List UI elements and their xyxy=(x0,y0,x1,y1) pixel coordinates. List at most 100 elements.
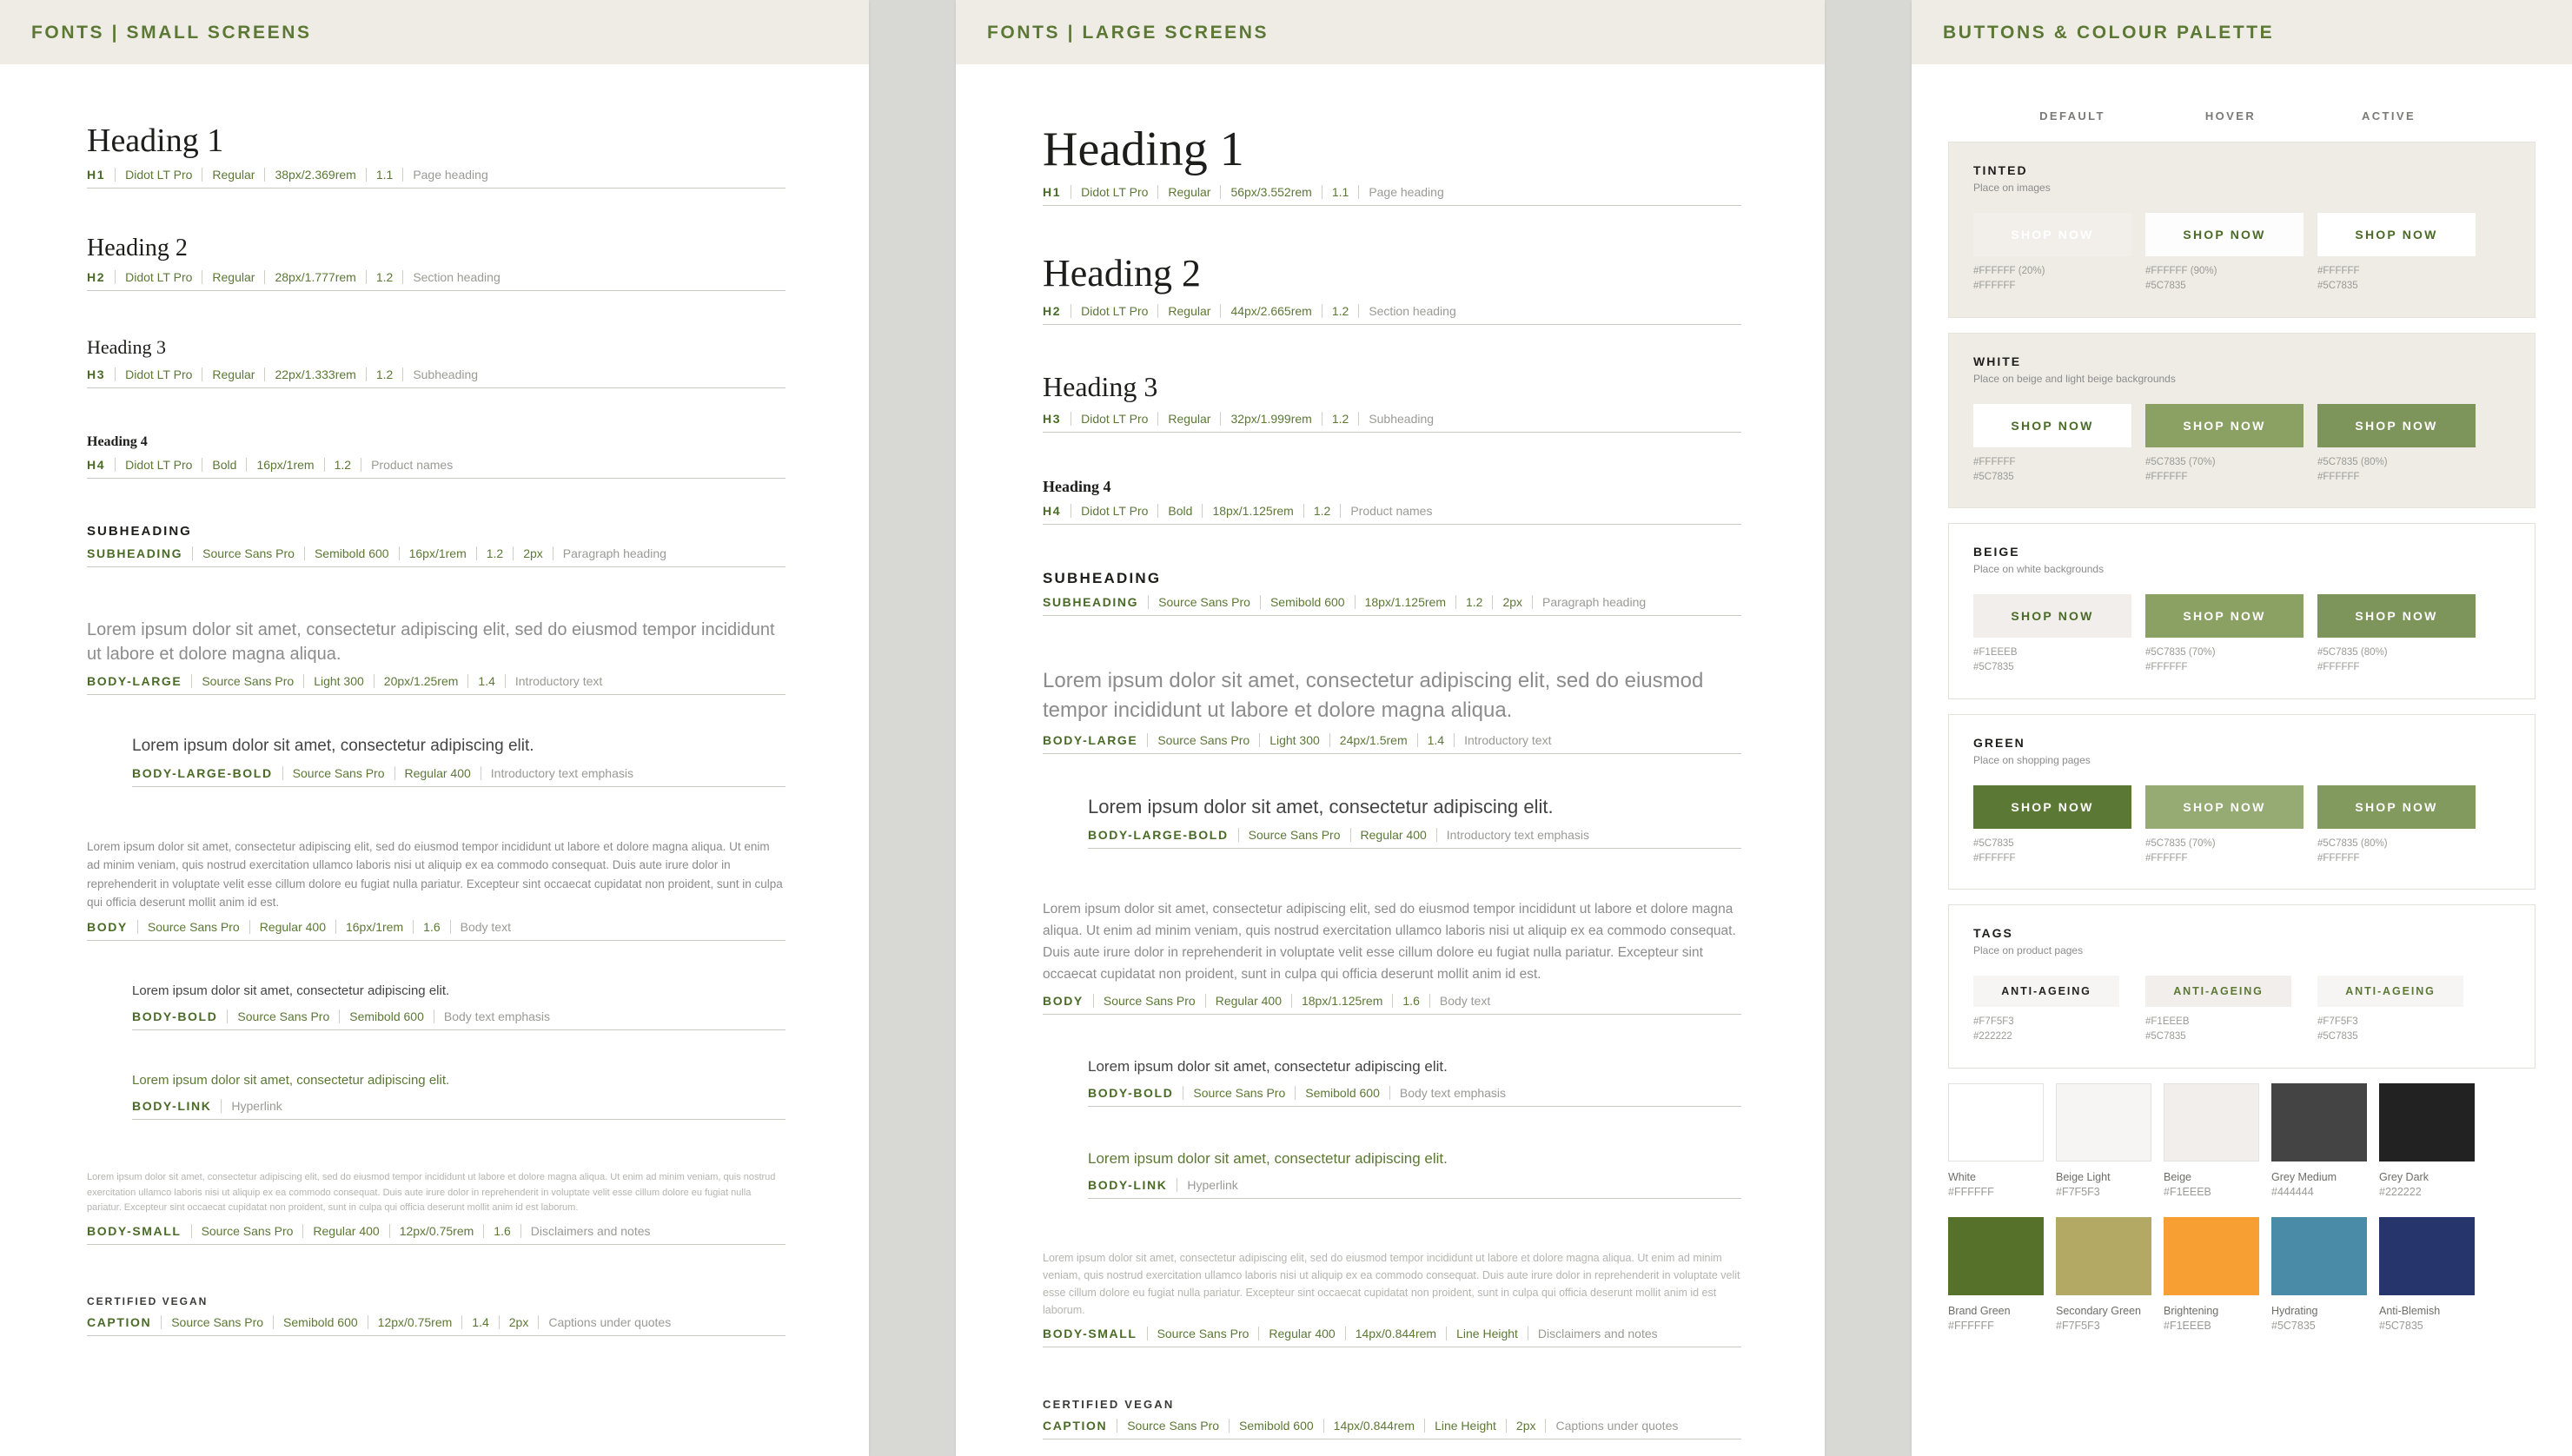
button-state-columns: DEFAULT HOVER ACTIVE xyxy=(1948,94,2536,142)
spec-h1-large: H1 Didot LT Pro Regular 56px/3.552rem 1.… xyxy=(1043,184,1741,206)
panel-body-small: Heading 1 H1 Didot LT Pro Regular 38px/2… xyxy=(0,64,869,1336)
shop-now-button-active[interactable]: SHOP NOW xyxy=(2317,784,2476,829)
spec-weight: Regular 400 xyxy=(1204,993,1291,1008)
spec-family: Source Sans Pro xyxy=(190,1223,303,1238)
swatch-hex-code: #444444 xyxy=(2271,1185,2314,1198)
shop-now-button-default[interactable]: SHOP NOW xyxy=(1973,213,2131,256)
button-cell: SHOP NOW #FFFFFF #5C7835 xyxy=(1973,403,2131,486)
palette-swatch: Beige #F1EEEB xyxy=(2164,1082,2259,1198)
spec-tag: H2 xyxy=(87,270,106,285)
spec-body-large-bold-large: BODY-LARGE-BOLD Source Sans Pro Regular … xyxy=(1088,828,1741,850)
spec-size: 16px/1rem xyxy=(335,919,413,934)
panel-title-right: BUTTONS & COLOUR PALETTE xyxy=(1943,23,2275,43)
button-cell: SHOP NOW #5C7835 (70%) #FFFFFF xyxy=(2145,403,2304,486)
type-block-h2-large: Heading 2 H2 Didot LT Pro Regular 44px/2… xyxy=(1043,251,1741,326)
button-hex-codes: #F1EEEB #5C7835 xyxy=(1973,647,2018,673)
button-hex-codes: #FFFFFF #5C7835 xyxy=(1973,456,2016,482)
button-hex-codes: #F7F5F3 #5C7835 xyxy=(2317,1016,2358,1042)
shop-now-button-default[interactable]: SHOP NOW xyxy=(1973,594,2131,638)
spec-usage: Body text xyxy=(1429,993,1500,1008)
sample-body-link-large[interactable]: Lorem ipsum dolor sit amet, consectetur … xyxy=(1088,1147,1741,1170)
button-hex-codes: #5C7835 (70%) #FFFFFF xyxy=(2145,456,2216,482)
spec-letter-spacing: 2px xyxy=(513,546,553,560)
group-note: Place on beige and light beige backgroun… xyxy=(1973,372,2176,385)
shop-now-button-hover[interactable]: SHOP NOW xyxy=(2145,784,2304,829)
palette-swatch: Hydrating #5C7835 xyxy=(2271,1216,2367,1332)
panel-title-large: FONTS | LARGE SCREENS xyxy=(987,23,1269,43)
spec-weight: Regular xyxy=(1157,184,1220,199)
shop-now-button-default[interactable]: SHOP NOW xyxy=(1973,784,2131,829)
spec-body-bold-large: BODY-BOLD Source Sans Pro Semibold 600 B… xyxy=(1088,1085,1741,1107)
spec-tag: BODY-LARGE xyxy=(1043,732,1138,747)
spec-line-height: 1.6 xyxy=(1392,993,1429,1008)
spec-usage: Hyperlink xyxy=(221,1098,291,1113)
spec-body-large-large: BODY-LARGE Source Sans Pro Light 300 24p… xyxy=(1043,732,1741,754)
spec-usage: Captions under quotes xyxy=(538,1314,680,1329)
type-block-body-bold-small: Lorem ipsum dolor sit amet, consectetur … xyxy=(87,981,786,1030)
button-cell: SHOP NOW #5C7835 (70%) #FFFFFF xyxy=(2145,594,2304,676)
swatch-name: Beige Light xyxy=(2056,1170,2111,1183)
type-block-body-link-small: Lorem ipsum dolor sit amet, consectetur … xyxy=(87,1070,786,1120)
shop-now-button-active[interactable]: SHOP NOW xyxy=(2317,594,2476,638)
panel-title-small: FONTS | SMALL SCREENS xyxy=(31,23,312,43)
palette-swatch: Brightening #F1EEEB xyxy=(2164,1216,2259,1332)
spec-usage: Section heading xyxy=(1358,304,1465,319)
sample-h2-small: Heading 2 xyxy=(87,234,188,261)
swatch-name: Brightening xyxy=(2164,1304,2219,1317)
shop-now-button-hover[interactable]: SHOP NOW xyxy=(2145,594,2304,638)
spec-h3-large: H3 Didot LT Pro Regular 32px/1.999rem 1.… xyxy=(1043,411,1741,433)
spec-size: 22px/1.333rem xyxy=(264,367,365,381)
spec-family: Source Sans Pro xyxy=(1147,732,1259,747)
spec-line-height: 1.2 xyxy=(365,367,402,381)
button-cell: SHOP NOW #5C7835 (70%) #FFFFFF xyxy=(2145,784,2304,867)
swatch-hex-code: #F1EEEB xyxy=(2164,1185,2211,1198)
spec-weight: Semibold 600 xyxy=(1259,595,1355,610)
palette-swatch: White #FFFFFF xyxy=(1948,1082,2044,1198)
tag-button-active[interactable]: ANTI-AGEING xyxy=(2317,976,2463,1007)
swatch-name: Beige xyxy=(2164,1170,2191,1183)
spec-weight: Regular 400 xyxy=(302,1223,388,1238)
shop-now-button-default[interactable]: SHOP NOW xyxy=(1973,403,2131,447)
sample-body-small-row: Lorem ipsum dolor sit amet, consectetur … xyxy=(87,1171,776,1214)
spec-family: Source Sans Pro xyxy=(192,546,304,560)
spec-family: Didot LT Pro xyxy=(1071,304,1157,319)
type-block-h3-small: Heading 3 H3 Didot LT Pro Regular 22px/1… xyxy=(87,336,786,388)
spec-tag: BODY-BOLD xyxy=(1088,1085,1174,1100)
type-block-body-small-row: Lorem ipsum dolor sit amet, consectetur … xyxy=(87,1170,786,1245)
button-hex-codes: #F1EEEB #5C7835 xyxy=(2145,1016,2190,1042)
type-block-h4-small: Heading 4 H4 Didot LT Pro Bold 16px/1rem… xyxy=(87,433,786,479)
type-block-caption-small: CERTIFIED VEGAN CAPTION Source Sans Pro … xyxy=(87,1295,786,1336)
type-block-body-bold-large: Lorem ipsum dolor sit amet, consectetur … xyxy=(1043,1055,1741,1107)
tag-button-hover[interactable]: ANTI-AGEING xyxy=(2145,976,2291,1007)
spec-body-small-panel: BODY Source Sans Pro Regular 400 16px/1r… xyxy=(87,919,786,941)
spec-usage: Paragraph heading xyxy=(552,546,676,560)
button-hex-codes: #F7F5F3 #222222 xyxy=(1973,1016,2014,1042)
button-hex-codes: #5C7835 (80%) #FFFFFF xyxy=(2317,837,2388,864)
shop-now-button-hover[interactable]: SHOP NOW xyxy=(2145,403,2304,447)
spec-body-bold-small: BODY-BOLD Source Sans Pro Semibold 600 B… xyxy=(132,1009,786,1030)
sample-body-link-small[interactable]: Lorem ipsum dolor sit amet, consectetur … xyxy=(132,1070,786,1091)
swatch-hex-code: #222222 xyxy=(2379,1185,2422,1198)
type-block-h2-small: Heading 2 H2 Didot LT Pro Regular 28px/1… xyxy=(87,234,786,292)
palette-swatch: Anti-Blemish #5C7835 xyxy=(2379,1216,2475,1332)
spec-tag: SUBHEADING xyxy=(1043,595,1139,610)
tag-button-default[interactable]: ANTI-AGEING xyxy=(1973,976,2119,1007)
sample-h3-large: Heading 3 xyxy=(1043,371,1158,403)
shop-now-button-active[interactable]: SHOP NOW xyxy=(2317,213,2476,256)
shop-now-button-hover[interactable]: SHOP NOW xyxy=(2145,213,2304,256)
spec-tag: BODY-LARGE-BOLD xyxy=(132,765,273,780)
spec-size: 32px/1.999rem xyxy=(1220,411,1321,426)
spec-body-small-row: BODY-SMALL Source Sans Pro Regular 400 1… xyxy=(87,1223,786,1245)
swatch-name: Anti-Blemish xyxy=(2379,1304,2441,1317)
type-block-h1-large: Heading 1 H1 Didot LT Pro Regular 56px/3… xyxy=(1043,122,1741,206)
spec-weight: Light 300 xyxy=(303,673,374,688)
spec-weight: Regular xyxy=(202,367,264,381)
spec-family: Source Sans Pro xyxy=(1237,828,1350,843)
spec-caption-large: CAPTION Source Sans Pro Semibold 600 14p… xyxy=(1043,1418,1741,1439)
shop-now-button-active[interactable]: SHOP NOW xyxy=(2317,403,2476,447)
swatch-hex-code: #5C7835 xyxy=(2379,1319,2423,1332)
type-block-body-large-panel: Lorem ipsum dolor sit amet, consectetur … xyxy=(1043,899,1741,1015)
sample-h4-large: Heading 4 xyxy=(1043,477,1111,495)
spec-usage: Subheading xyxy=(402,367,487,381)
spec-family: Source Sans Pro xyxy=(1183,1085,1295,1100)
